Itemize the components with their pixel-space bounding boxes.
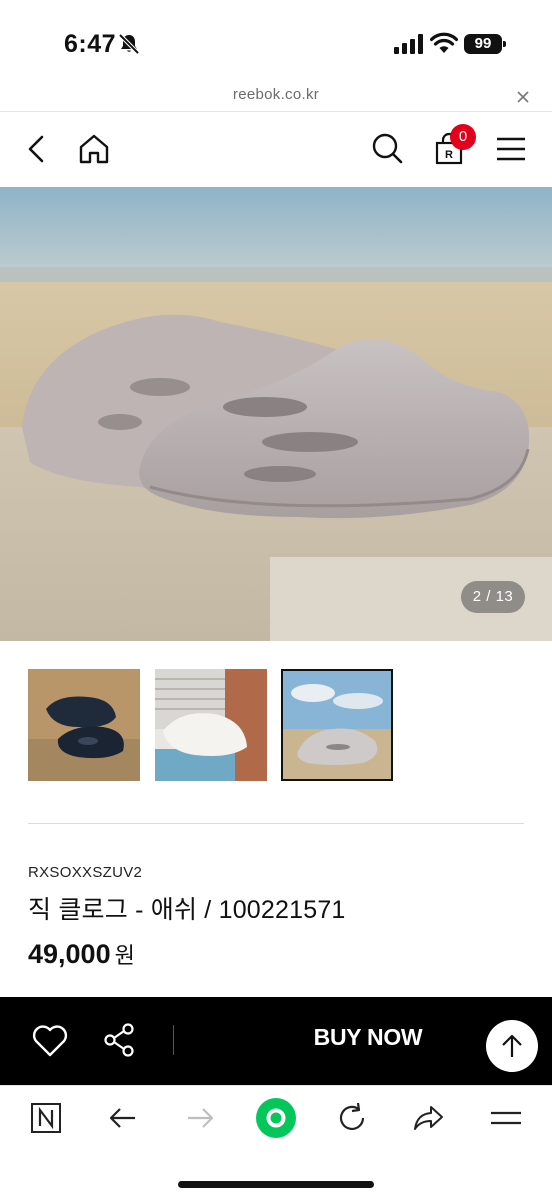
hero-product-image[interactable] [0, 187, 552, 641]
search-icon[interactable] [369, 131, 405, 167]
thumbnail-grey-clog-beach[interactable] [281, 669, 393, 781]
close-icon[interactable] [514, 88, 532, 106]
image-counter: 2 / 13 [461, 581, 525, 613]
thumbnail-white-clog[interactable] [155, 669, 267, 781]
buy-bar-separator [173, 1025, 174, 1055]
home-icon[interactable] [76, 131, 112, 167]
status-bar: 6:47 99 [0, 0, 552, 84]
reload-icon[interactable] [334, 1100, 370, 1136]
heart-icon[interactable] [32, 1024, 68, 1058]
wifi-icon [430, 32, 458, 53]
forward-arrow-icon[interactable] [182, 1100, 218, 1136]
cart-count-badge: 0 [450, 124, 476, 150]
product-sku: RXSOXXSZUV2 [28, 864, 143, 881]
naver-n-icon[interactable] [28, 1100, 64, 1136]
svg-text:R: R [445, 149, 453, 161]
price-unit: 원 [114, 943, 135, 968]
thumbnail-navy-clogs[interactable] [28, 669, 140, 781]
url-text[interactable]: reebok.co.kr [0, 86, 552, 103]
price-value: 49,000 [28, 939, 111, 969]
hamburger-menu-icon[interactable] [493, 131, 529, 167]
site-header: R [0, 113, 552, 187]
scroll-to-top-button[interactable] [486, 1020, 538, 1072]
battery-icon: 99 [464, 34, 506, 54]
product-name: 직 클로그 - 애쉬 / 100221571 [28, 896, 346, 924]
back-chevron-icon[interactable] [18, 131, 54, 167]
status-time: 6:47 [64, 30, 117, 58]
share-icon[interactable] [102, 1022, 136, 1058]
menu-lines-icon[interactable] [488, 1100, 524, 1136]
share-arrow-icon[interactable] [411, 1100, 447, 1136]
cellular-signal-icon [394, 34, 423, 54]
product-price: 49,000 원 [28, 938, 135, 970]
arrow-up-icon [502, 1034, 522, 1057]
divider [28, 823, 524, 824]
url-bar[interactable]: reebok.co.kr [0, 84, 552, 112]
buy-now-button[interactable]: BUY NOW [268, 1024, 468, 1051]
back-arrow-icon[interactable] [105, 1100, 141, 1136]
home-indicator [178, 1181, 374, 1188]
green-home-circle-icon[interactable] [254, 1096, 298, 1140]
bell-slash-icon [118, 33, 140, 55]
